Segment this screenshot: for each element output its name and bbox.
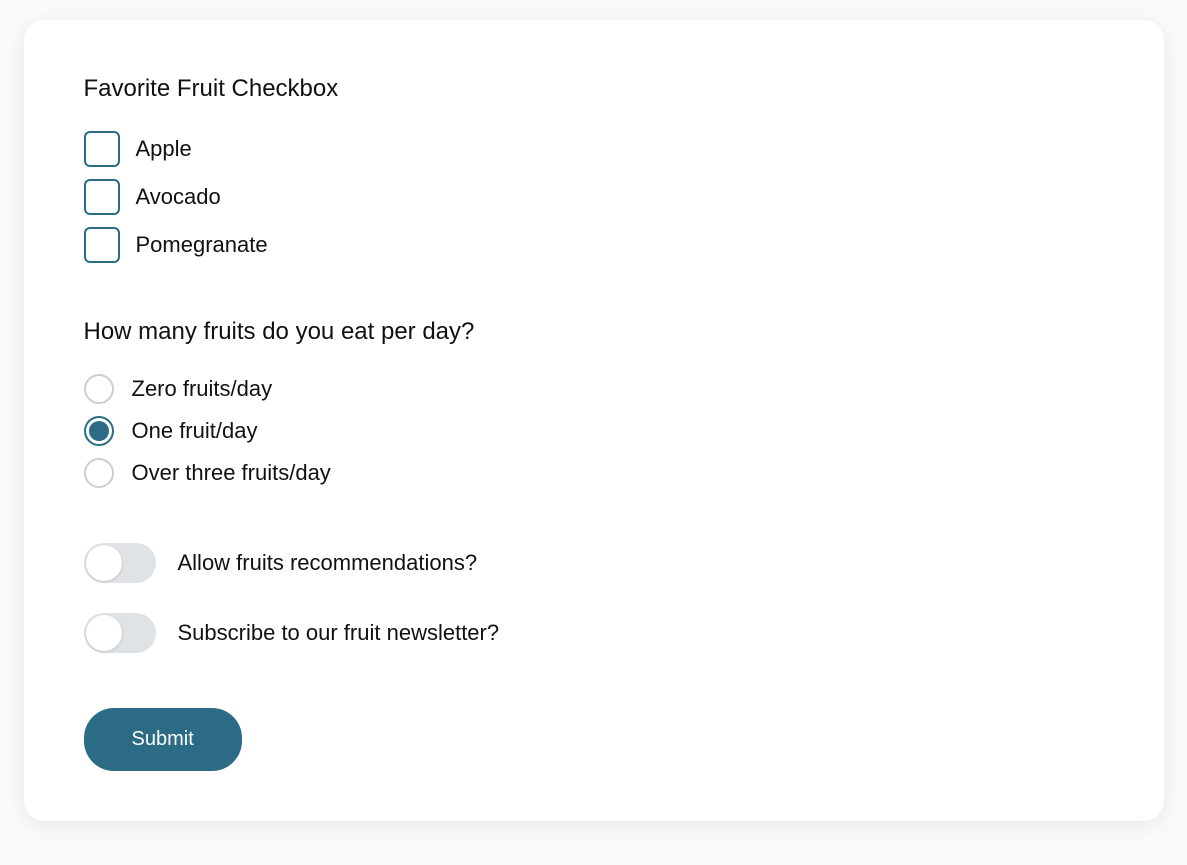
toggle-label-newsletter: Subscribe to our fruit newsletter? [178,620,500,646]
checkbox-section-title: Favorite Fruit Checkbox [84,75,1104,103]
checkbox-label-apple: Apple [136,136,192,162]
radio-section: How many fruits do you eat per day? Zero… [84,318,1104,488]
toggle-label-recommendations: Allow fruits recommendations? [178,550,478,576]
checkbox-avocado[interactable] [84,179,120,215]
radio-zero[interactable] [84,374,114,404]
radio-section-title: How many fruits do you eat per day? [84,318,1104,346]
checkbox-apple[interactable] [84,131,120,167]
radio-row-one: One fruit/day [84,416,1104,446]
toggle-section: Allow fruits recommendations? Subscribe … [84,543,1104,653]
radio-label-over-three: Over three fruits/day [132,460,331,486]
radio-label-zero: Zero fruits/day [132,376,273,402]
toggle-recommendations[interactable] [84,543,156,583]
radio-row-over-three: Over three fruits/day [84,458,1104,488]
radio-row-zero: Zero fruits/day [84,374,1104,404]
checkbox-pomegranate[interactable] [84,227,120,263]
radio-one[interactable] [84,416,114,446]
submit-button[interactable]: Submit [84,708,242,771]
form-card: Favorite Fruit Checkbox Apple Avocado Po… [24,20,1164,821]
checkbox-row-pomegranate: Pomegranate [84,227,1104,263]
checkbox-label-pomegranate: Pomegranate [136,232,268,258]
radio-inner-icon [89,421,109,441]
checkbox-section: Favorite Fruit Checkbox Apple Avocado Po… [84,75,1104,263]
toggle-row-recommendations: Allow fruits recommendations? [84,543,1104,583]
checkbox-row-avocado: Avocado [84,179,1104,215]
toggle-row-newsletter: Subscribe to our fruit newsletter? [84,613,1104,653]
toggle-thumb [86,615,122,651]
radio-over-three[interactable] [84,458,114,488]
toggle-newsletter[interactable] [84,613,156,653]
radio-label-one: One fruit/day [132,418,258,444]
checkbox-label-avocado: Avocado [136,184,221,210]
checkbox-row-apple: Apple [84,131,1104,167]
toggle-thumb [86,545,122,581]
